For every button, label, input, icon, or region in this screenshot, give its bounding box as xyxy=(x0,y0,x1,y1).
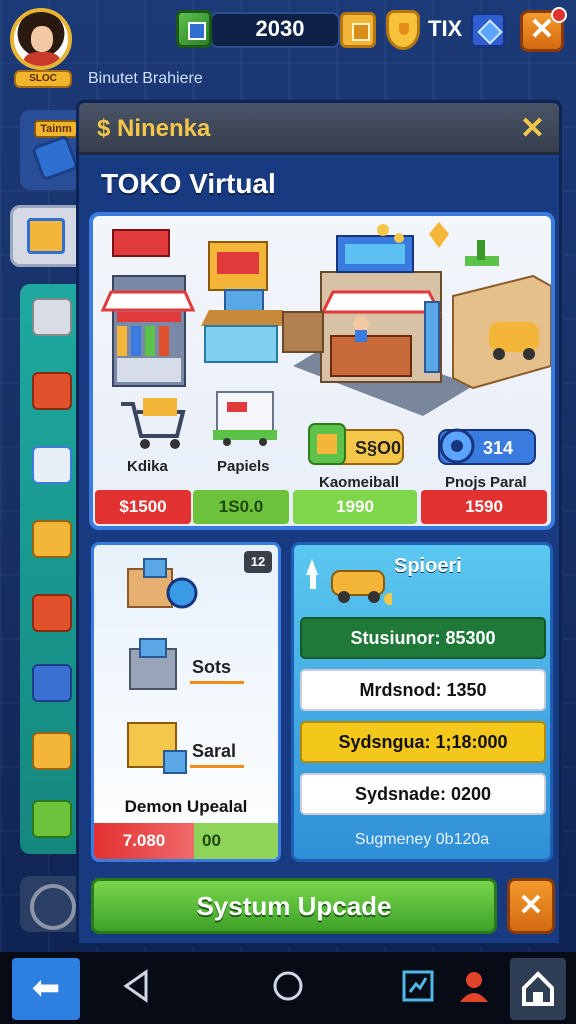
upgrade-footer: Sugmeney 0b120a xyxy=(354,831,490,848)
box-icon[interactable] xyxy=(340,12,376,48)
price-button[interactable]: 1990 xyxy=(293,490,417,524)
bundle-item-underline xyxy=(190,681,244,684)
stall-store-icon xyxy=(282,235,473,416)
back-arrow-icon: ⬅ xyxy=(31,969,61,1007)
currency-value: 2030 xyxy=(255,16,305,41)
nav-chart-icon[interactable] xyxy=(398,966,438,1006)
stat-bar[interactable]: Sydsngua: 1;18:000 xyxy=(300,721,546,763)
crate-icon[interactable] xyxy=(176,10,212,48)
system-upgrade-button[interactable]: Systum Upcade xyxy=(91,878,497,934)
back-button[interactable]: ⬅ xyxy=(12,958,80,1020)
modal-close-button[interactable]: ✕ xyxy=(520,111,545,146)
price-button[interactable]: 1590 xyxy=(421,490,547,524)
machine-box-icon xyxy=(129,638,177,690)
shop-badge-value: S§O0 xyxy=(355,438,402,458)
shop-panel: Kdika Papiels Kaomeiball Pnojs Paral S§O… xyxy=(89,212,555,530)
price-row: $1500 1S0.0 1990 1590 xyxy=(95,490,549,524)
sidebar-item-cash[interactable] xyxy=(32,800,72,838)
house-icon xyxy=(522,971,554,1006)
cancel-button[interactable]: ✕ xyxy=(507,878,555,934)
player-name: Binutet Brahiere xyxy=(88,70,203,87)
player-rank-badge: SLOC xyxy=(14,70,72,88)
shop-item-label: Kdika xyxy=(127,458,168,475)
bundle-price-right: 00 xyxy=(194,823,278,859)
modal-body: TOKO Virtual Kdika Papiels Kaomeiball Pn… xyxy=(79,158,559,943)
top-close-button[interactable]: ✕ xyxy=(520,7,567,52)
bundle-price-left: 7.080 xyxy=(94,823,194,859)
shop-item-label: Kaomeiball xyxy=(319,474,400,491)
stall-kiosk-icon xyxy=(100,229,196,387)
sidebar-item-tools[interactable] xyxy=(32,372,72,410)
player-avatar[interactable]: SLOC xyxy=(10,8,76,92)
shop-badge-value: 314 xyxy=(483,438,514,458)
notification-dot xyxy=(551,7,567,23)
sidebar-item-crate[interactable] xyxy=(32,594,72,632)
modal-title: $ Ninenka xyxy=(97,115,211,142)
upgrade-panel: Spioeri Stusiunor: 85300 Mrdsnod: 1350 S… xyxy=(291,542,553,862)
price-button[interactable]: 1S0.0 xyxy=(193,490,289,524)
gem-icon[interactable] xyxy=(470,12,506,48)
vending-machine-icon xyxy=(213,391,277,446)
stat-bar[interactable]: Stusiunor: 85300 xyxy=(300,617,546,659)
avatar-portrait xyxy=(10,8,72,70)
nav-home-icon[interactable] xyxy=(268,966,308,1006)
bundle-title: Demon Upealal xyxy=(124,797,248,816)
sidebar-tab-label: Tainm xyxy=(34,120,78,138)
shop-title: TOKO Virtual xyxy=(101,168,276,199)
upgrade-title: Spioeri xyxy=(394,555,462,577)
modal-header: $ Ninenka ✕ xyxy=(79,103,559,155)
bundle-panel: 12 Sots Saral Demon Upealal 7.080 00 xyxy=(91,542,281,862)
bundle-item-label: Sots xyxy=(192,657,232,677)
bundle-item-label: Saral xyxy=(192,741,237,761)
sidebar-item-goods[interactable] xyxy=(32,732,72,770)
box-gear-icon xyxy=(127,558,198,609)
bundle-item-underline xyxy=(190,765,244,768)
system-nav-bar: ⬅ xyxy=(0,952,576,1024)
bundle-price-bar[interactable]: 7.080 00 xyxy=(94,823,278,859)
sidebar-item-truck[interactable] xyxy=(32,446,72,484)
nav-house-button[interactable] xyxy=(510,958,566,1020)
stall-counter-icon xyxy=(201,241,293,363)
car-icon xyxy=(306,559,392,605)
shop-item-label: Pnojs Paral xyxy=(445,474,527,491)
shield-icon[interactable] xyxy=(386,10,420,50)
shopping-cart-icon xyxy=(121,398,186,449)
nav-back-triangle-icon[interactable] xyxy=(116,966,156,1006)
bundle-count-badge: 12 xyxy=(244,551,272,573)
sidebar-item-register[interactable] xyxy=(32,520,72,558)
sidebar-settings[interactable] xyxy=(20,876,80,932)
sidebar-item-cart[interactable] xyxy=(32,664,72,702)
sidebar-item-active[interactable] xyxy=(10,205,80,267)
nav-user-icon[interactable] xyxy=(454,966,494,1006)
sidebar-item-machine[interactable] xyxy=(32,298,72,336)
stat-bar[interactable]: Sydsnade: 0200 xyxy=(300,773,546,815)
price-button[interactable]: $1500 xyxy=(95,490,191,524)
crate-stack-icon xyxy=(127,722,187,774)
stat-bar[interactable]: Mrdsnod: 1350 xyxy=(300,669,546,711)
ticket-label: TIX xyxy=(428,16,463,41)
shop-item-label: Papiels xyxy=(217,458,270,475)
shop-modal: $ Ninenka ✕ TOKO Virtual Kdika Papiels K… xyxy=(76,100,562,946)
